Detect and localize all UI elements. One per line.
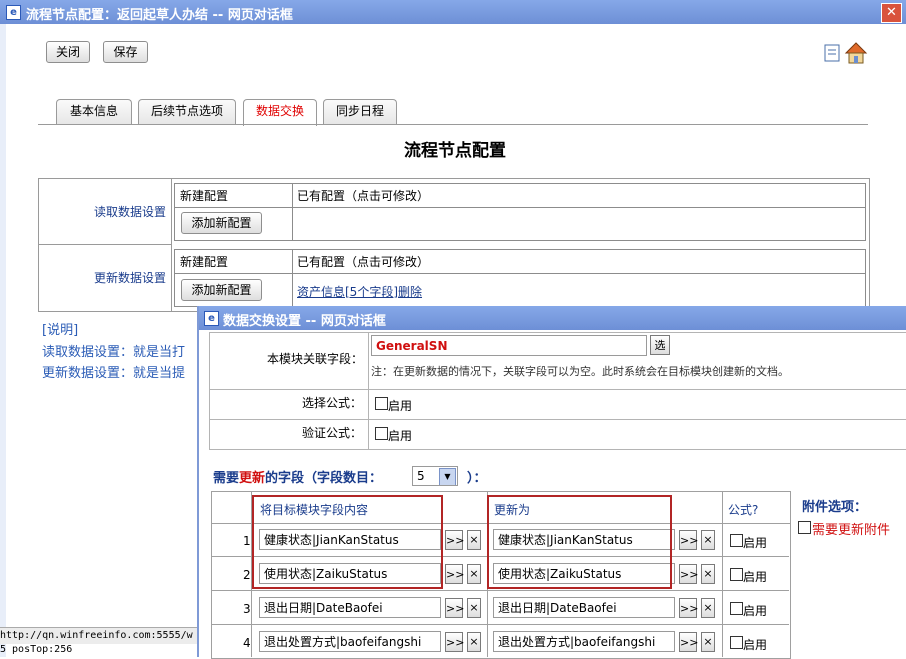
update-data-label: 更新数据设置: [94, 271, 167, 285]
target-field-input[interactable]: 退出处置方式|baofeifangshi: [493, 631, 675, 652]
read-existing-cell: [292, 207, 866, 241]
clear-source-button[interactable]: ×: [467, 564, 481, 584]
fields-heading-end: ）：: [467, 471, 487, 486]
fields-heading-post: 的字段（字段数目：: [265, 471, 383, 486]
pick-source-button[interactable]: >>: [445, 632, 464, 652]
link-field-note: 注：在更新数据的情况下，关联字段可以为空。此时系统会在目标模块创建新的文档。: [371, 365, 789, 378]
formula-enable-label: 启用: [743, 638, 768, 652]
field-count-value: 5: [417, 469, 425, 483]
close-window-button[interactable]: ✕: [881, 3, 902, 23]
clear-target-button[interactable]: ×: [701, 530, 715, 550]
row-divider: [211, 624, 789, 625]
verify-formula-label: 验证公式：: [302, 426, 363, 440]
row-divider: [211, 590, 789, 591]
attachment-options-title: 附件选项：: [802, 500, 868, 515]
row-number: 1: [243, 534, 251, 548]
dialog-title: 数据交换设置 -- 网页对话框: [223, 314, 386, 329]
pick-target-button[interactable]: >>: [679, 530, 698, 550]
pick-source-button[interactable]: >>: [445, 598, 464, 618]
dialog-title-bar: e 数据交换设置 -- 网页对话框: [199, 306, 906, 330]
pick-target-button[interactable]: >>: [679, 632, 698, 652]
read-existing-config-label: 已有配置（点击可修改）: [297, 189, 430, 203]
read-add-config-button[interactable]: 添加新配置: [181, 212, 262, 234]
formula-enable-label: 启用: [743, 604, 768, 618]
fields-heading-pre: 需要: [213, 471, 240, 486]
source-field-input[interactable]: 退出处置方式|baofeifangshi: [259, 631, 441, 652]
link-field-label: 本模块关联字段：: [267, 352, 364, 366]
select-formula-enable-label: 启用: [388, 399, 413, 413]
target-highlight-box: [487, 495, 672, 589]
tab-baseline: [38, 124, 868, 125]
verify-formula-enable-label: 启用: [388, 429, 413, 443]
notes-line-read: 读取数据设置：就是当打: [42, 345, 186, 360]
fields-heading-update: 更新: [239, 471, 266, 486]
formula-enable-label: 启用: [743, 536, 768, 550]
row-number: 4: [243, 636, 251, 650]
left-border: [0, 24, 6, 657]
col-formula-header: 公式?: [728, 503, 759, 517]
col-divider-3: [722, 491, 723, 657]
chevron-down-icon[interactable]: ▼: [439, 468, 456, 485]
clear-source-button[interactable]: ×: [467, 598, 481, 618]
fields-heading: 需要更新的字段（字段数目：: [213, 467, 382, 486]
update-new-config-label: 新建配置: [180, 255, 229, 269]
notes-line-update: 更新数据设置：就是当提: [42, 366, 186, 381]
read-data-label: 读取数据设置: [94, 205, 167, 219]
main-window: e 流程节点配置：返回起草人办结 -- 网页对话框 ✕ 关闭 保存 基本信息 后…: [0, 0, 906, 659]
home-icon[interactable]: [844, 42, 868, 64]
delete-config-link[interactable]: 删除: [398, 283, 422, 300]
source-highlight-box: [252, 495, 443, 589]
update-existing-config-label: 已有配置（点击可修改）: [297, 255, 430, 269]
tab-sync-schedule[interactable]: 同步日程: [323, 99, 397, 125]
data-exchange-dialog: e 数据交换设置 -- 网页对话框 本模块关联字段： GeneralSN 选 注…: [197, 306, 906, 659]
close-button[interactable]: 关闭: [46, 41, 90, 63]
existing-config-link[interactable]: 资产信息[5个字段]: [297, 283, 398, 300]
tab-basic-info[interactable]: 基本信息: [56, 99, 132, 125]
verify-formula-checkbox[interactable]: [375, 427, 388, 440]
formula-enable-label: 启用: [743, 570, 768, 584]
toolbar-icons: [824, 42, 868, 64]
formula-checkbox[interactable]: [730, 534, 743, 547]
select-field-button[interactable]: 选: [650, 335, 670, 355]
status-bar-url: http://qn.winfreeinfo.com:5555/w: [0, 627, 200, 644]
formula-checkbox[interactable]: [730, 602, 743, 615]
ie-page-icon: e: [6, 5, 21, 20]
formula-checkbox[interactable]: [730, 636, 743, 649]
window-title: 流程节点配置：返回起草人办结 -- 网页对话框: [26, 8, 293, 23]
field-count-select[interactable]: 5 ▼: [412, 466, 458, 486]
status-bar-debug: 5 posTop:256: [0, 644, 73, 655]
update-attachment-label: 需要更新附件: [812, 523, 891, 538]
pick-source-button[interactable]: >>: [445, 564, 464, 584]
tab-next-node-options[interactable]: 后续节点选项: [138, 99, 236, 125]
clear-target-button[interactable]: ×: [701, 564, 715, 584]
source-field-input[interactable]: 退出日期|DateBaofei: [259, 597, 441, 618]
update-add-config-button[interactable]: 添加新配置: [181, 279, 262, 301]
pick-target-button[interactable]: >>: [679, 564, 698, 584]
target-field-input[interactable]: 退出日期|DateBaofei: [493, 597, 675, 618]
document-icon[interactable]: [824, 44, 840, 62]
tab-data-exchange[interactable]: 数据交换: [243, 99, 317, 126]
clear-source-button[interactable]: ×: [467, 632, 481, 652]
formula-checkbox[interactable]: [730, 568, 743, 581]
ie-page-icon: e: [204, 311, 219, 326]
notes-title: [说明]: [42, 323, 79, 338]
clear-source-button[interactable]: ×: [467, 530, 481, 550]
clear-target-button[interactable]: ×: [701, 598, 715, 618]
row-number: 3: [243, 602, 251, 616]
row-number: 2: [243, 568, 251, 582]
update-attachment-checkbox[interactable]: [798, 521, 811, 534]
select-formula-label: 选择公式：: [302, 396, 363, 410]
save-button[interactable]: 保存: [103, 41, 148, 63]
page-title: 流程节点配置: [404, 141, 506, 161]
read-new-config-label: 新建配置: [180, 189, 229, 203]
pick-target-button[interactable]: >>: [679, 598, 698, 618]
clear-target-button[interactable]: ×: [701, 632, 715, 652]
link-field-input[interactable]: GeneralSN: [371, 335, 647, 356]
title-bar: e 流程节点配置：返回起草人办结 -- 网页对话框 ✕: [0, 0, 906, 25]
pick-source-button[interactable]: >>: [445, 530, 464, 550]
select-formula-checkbox[interactable]: [375, 397, 388, 410]
